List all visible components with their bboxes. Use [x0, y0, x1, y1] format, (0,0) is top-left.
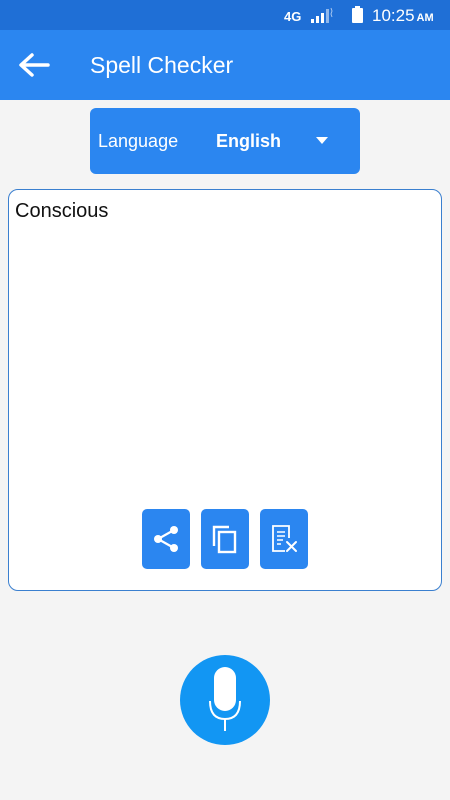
- text-editor-box: Conscious: [8, 189, 442, 591]
- arrow-left-icon[interactable]: [16, 50, 52, 80]
- copy-icon: [212, 525, 237, 554]
- language-value: English: [216, 131, 282, 151]
- microphone-button[interactable]: [180, 655, 270, 745]
- clear-text-button[interactable]: [260, 509, 308, 569]
- status-bar: 4G 10:25 AM: [0, 0, 450, 30]
- signal-icon: [311, 7, 333, 23]
- language-dropdown[interactable]: Language English: [90, 108, 360, 174]
- page-title: Spell Checker: [90, 52, 234, 78]
- share-icon: [154, 526, 178, 552]
- language-label: Language: [98, 131, 179, 151]
- text-input[interactable]: Conscious: [15, 200, 435, 500]
- clear-text-icon: [272, 525, 297, 552]
- clock: 10:25 AM: [372, 6, 434, 25]
- battery-icon: [352, 6, 363, 23]
- app-bar: Spell Checker: [0, 30, 450, 100]
- microphone-icon: [209, 667, 241, 731]
- network-type: 4G: [284, 9, 302, 24]
- caret-down-icon: [316, 137, 328, 144]
- copy-button[interactable]: [201, 509, 249, 569]
- share-button[interactable]: [142, 509, 190, 569]
